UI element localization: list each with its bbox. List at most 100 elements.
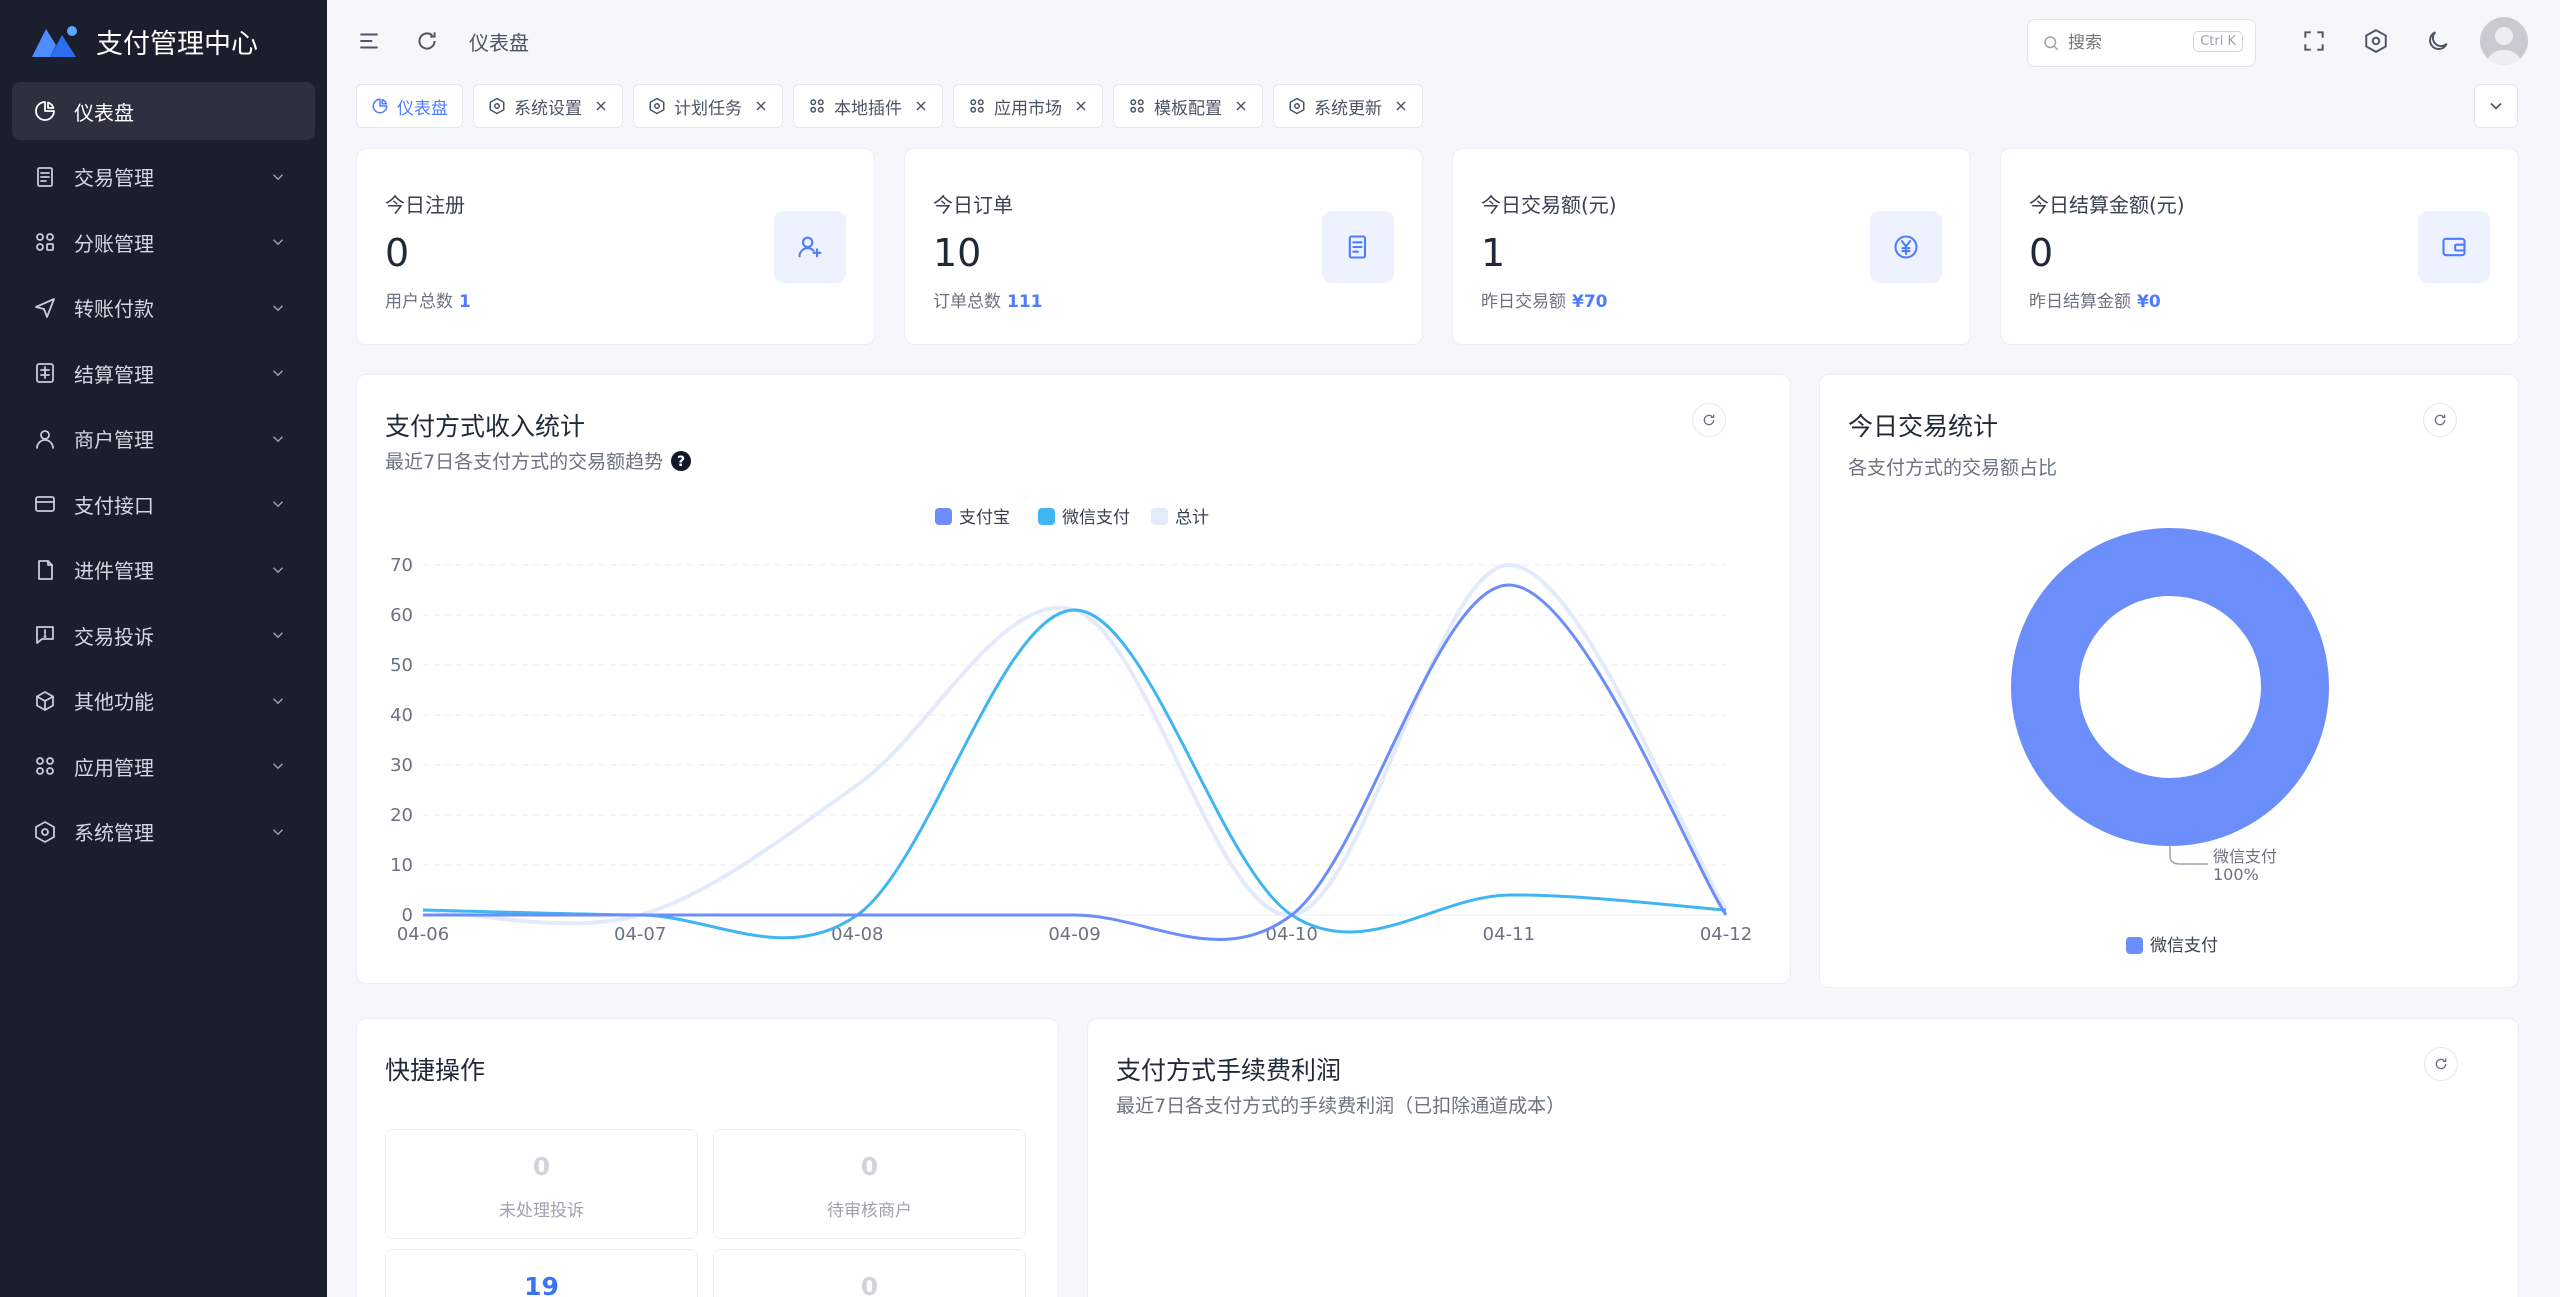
- menu-toggle-icon[interactable]: [349, 21, 389, 61]
- y-tick-label: 60: [390, 605, 413, 626]
- legend-label: 支付宝: [959, 508, 1010, 528]
- stat-card-1: 今日订单 10 订单总数 111: [904, 148, 1423, 345]
- close-icon[interactable]: [594, 99, 608, 113]
- sidebar-item-2[interactable]: 分账管理: [12, 213, 315, 271]
- sidebar-item-9[interactable]: 其他功能: [12, 672, 315, 730]
- close-icon[interactable]: [1234, 99, 1248, 113]
- topbar: 仪表盘 Ctrl K: [327, 0, 2560, 82]
- avatar-icon: [2487, 27, 2521, 65]
- refresh-icon[interactable]: [407, 21, 447, 61]
- sidebar-item-1[interactable]: 交易管理: [12, 148, 315, 206]
- card-icon: [32, 491, 58, 517]
- x-tick-label: 04-07: [614, 924, 666, 945]
- receipt-icon: [32, 164, 58, 190]
- quick-action-value: 0: [860, 1272, 879, 1297]
- sidebar-item-6[interactable]: 支付接口: [12, 475, 315, 533]
- sidebar-item-11[interactable]: 系统管理: [12, 803, 315, 861]
- tabs-dropdown-button[interactable]: [2474, 84, 2518, 128]
- tab-4[interactable]: 应用市场: [953, 84, 1103, 128]
- fullscreen-icon[interactable]: [2294, 21, 2334, 61]
- tab-label: 模板配置: [1154, 98, 1222, 119]
- sidebar-item-label: 分账管理: [74, 231, 154, 256]
- stat-sub-label: 昨日交易额: [1481, 292, 1566, 312]
- x-tick-label: 04-09: [1048, 924, 1100, 945]
- close-icon[interactable]: [754, 99, 768, 113]
- sidebar-item-label: 转账付款: [74, 297, 154, 321]
- sidebar-item-4[interactable]: 结算管理: [12, 344, 315, 402]
- quick-action-value: 19: [524, 1272, 559, 1297]
- close-icon[interactable]: [1074, 99, 1088, 113]
- sidebar: 支付管理中心 仪表盘 交易管理 分账管理 转账付款 结算管理 商户管理 支付接口…: [0, 0, 327, 1297]
- fee-panel-title: 支付方式手续费利润: [1116, 1056, 1342, 1085]
- legend-item[interactable]: 支付宝: [935, 508, 1010, 528]
- stat-sub-label: 订单总数: [933, 292, 1001, 312]
- income-chart-panel: 支付方式收入统计 最近7日各支付方式的交易额趋势 ? 支付宝 微信支付 总计 0 10 2…: [356, 374, 1791, 984]
- legend-swatch: [1151, 508, 1168, 525]
- x-tick-label: 04-12: [1700, 924, 1752, 945]
- chevron-down-icon: [272, 632, 284, 639]
- tab-6[interactable]: 系统更新: [1273, 84, 1423, 128]
- quick-actions-panel: 快捷操作 0 未处理投诉 0 待审核商户 19 0: [356, 1018, 1059, 1297]
- stat-sub-label: 用户总数: [385, 292, 453, 312]
- search-input[interactable]: [2068, 33, 2188, 53]
- legend-item[interactable]: 微信支付: [1038, 508, 1130, 528]
- sidebar-item-10[interactable]: 应用管理: [12, 737, 315, 795]
- sidebar-item-8[interactable]: 交易投诉: [12, 606, 315, 664]
- brand[interactable]: 支付管理中心: [0, 0, 327, 82]
- stat-sub: 昨日交易额 ¥70: [1481, 287, 1608, 312]
- pie-chart: 微信支付100%微信支付: [2011, 527, 2329, 956]
- chevron-down-icon: [272, 697, 284, 704]
- user-plus-icon: [774, 211, 846, 283]
- tab-3[interactable]: 本地插件: [793, 84, 943, 128]
- pie-slice-0[interactable]: [2011, 527, 2329, 847]
- search-icon: [2044, 36, 2059, 51]
- stat-card-0: 今日注册 0 用户总数 1: [356, 148, 875, 345]
- tab-0[interactable]: 仪表盘: [356, 84, 463, 128]
- sidebar-item-label: 结算管理: [74, 362, 154, 387]
- refresh-icon: [2435, 1058, 2447, 1070]
- quick-action-1[interactable]: 0 待审核商户: [713, 1129, 1026, 1239]
- sidebar-item-0[interactable]: 仪表盘: [12, 82, 315, 140]
- y-tick-label: 70: [390, 555, 413, 576]
- sidebar-item-7[interactable]: 进件管理: [12, 541, 315, 599]
- close-icon[interactable]: [914, 99, 928, 113]
- stat-sub-value: ¥0: [2137, 292, 2161, 312]
- stat-value: 1: [1481, 231, 1506, 275]
- gear-icon: [1288, 97, 1306, 115]
- x-tick-label: 04-11: [1483, 924, 1535, 945]
- settings-icon[interactable]: [2356, 21, 2396, 61]
- fee-refresh-button[interactable]: [2424, 1047, 2458, 1081]
- tab-label: 仪表盘: [397, 98, 448, 119]
- avatar[interactable]: [2480, 17, 2528, 65]
- search-shortcut: Ctrl K: [2193, 31, 2243, 52]
- y-tick-label: 40: [390, 705, 413, 726]
- gear-icon: [32, 819, 58, 845]
- tab-5[interactable]: 模板配置: [1113, 84, 1263, 128]
- legend-item[interactable]: 总计: [1151, 508, 1209, 528]
- sidebar-item-label: 其他功能: [74, 690, 154, 714]
- quick-action-2[interactable]: 19: [385, 1249, 698, 1297]
- legend-swatch: [935, 508, 952, 525]
- breadcrumb: 仪表盘: [469, 30, 529, 55]
- quick-panel-title: 快捷操作: [385, 1056, 486, 1085]
- search-box[interactable]: Ctrl K: [2027, 19, 2256, 67]
- tab-label: 应用市场: [994, 98, 1062, 119]
- stat-card-2: 今日交易额(元) 1 昨日交易额 ¥70: [1452, 148, 1971, 345]
- legend-label: 微信支付: [1062, 508, 1130, 528]
- close-icon[interactable]: [1394, 99, 1408, 113]
- stat-sub-value: ¥70: [1572, 292, 1608, 312]
- settlement-icon: [32, 360, 58, 386]
- legend-label: 总计: [1175, 508, 1209, 528]
- dark-mode-icon[interactable]: [2418, 21, 2458, 61]
- quick-action-3[interactable]: 0: [713, 1249, 1026, 1297]
- tab-1[interactable]: 系统设置: [473, 84, 623, 128]
- y-tick-label: 20: [390, 805, 413, 826]
- sidebar-item-label: 进件管理: [74, 559, 154, 583]
- sidebar-item-3[interactable]: 转账付款: [12, 279, 315, 337]
- chevron-down-icon: [272, 566, 284, 573]
- pie-legend-item[interactable]: 微信支付: [2126, 936, 2218, 956]
- quick-action-0[interactable]: 0 未处理投诉: [385, 1129, 698, 1239]
- tab-2[interactable]: 计划任务: [633, 84, 783, 128]
- quick-action-value: 0: [532, 1152, 551, 1181]
- sidebar-item-5[interactable]: 商户管理: [12, 410, 315, 468]
